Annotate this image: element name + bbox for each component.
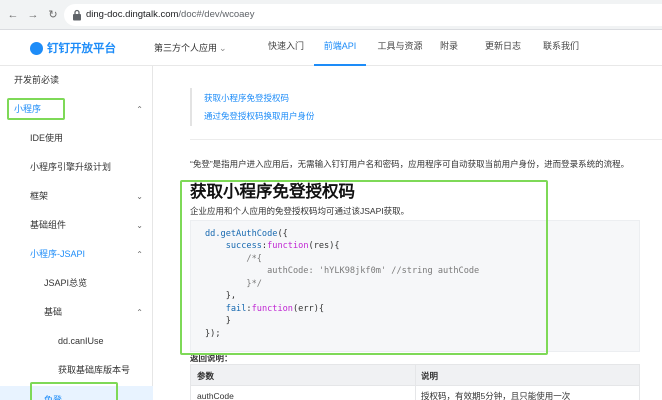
nav-tools-resources[interactable]: 工具与资源 <box>374 30 426 66</box>
back-arrow-icon[interactable]: ← <box>6 8 20 22</box>
chevron-down-icon: ⌄ <box>219 43 227 53</box>
sidebar-item-sdk-version[interactable]: 获取基础库版本号 <box>0 356 153 385</box>
url-text: ding-doc.dingtalk.com/doc#/dev/wcoaey <box>86 9 254 20</box>
scope-label: 第三方个人应用 <box>154 43 218 53</box>
sidebar-item-caniuse[interactable]: dd.canIUse <box>0 327 153 356</box>
nav-appendix[interactable]: 附录 <box>436 30 462 66</box>
sidebar-item-ide[interactable]: IDE使用 <box>0 124 153 153</box>
highlight-box-login-free <box>30 382 118 400</box>
sidebar-item-jsapi[interactable]: 小程序-JSAPI ⌃ <box>0 240 153 269</box>
nav-quick-start[interactable]: 快速入门 <box>264 30 308 66</box>
table-header-row: 参数 说明 <box>190 364 640 386</box>
params-table: 参数 说明 authCode 授权码，有效期5分钟，且只能使用一次 <box>190 364 640 400</box>
table-header-cell: 说明 <box>421 371 439 381</box>
sidebar-item-label: 基础组件 <box>30 220 67 230</box>
toc-link-exchange-identity[interactable]: 通过免登授权码换取用户身份 <box>204 110 315 122</box>
chevron-up-icon: ⌃ <box>136 250 143 259</box>
sidebar-item-engine-upgrade[interactable]: 小程序引擎升级计划 <box>0 153 153 182</box>
table-row: authCode 授权码，有效期5分钟，且只能使用一次 <box>190 386 640 400</box>
sidebar-item-dev-must-read[interactable]: 开发前必读 <box>0 66 153 95</box>
reload-icon[interactable]: ↻ <box>46 8 60 22</box>
chevron-down-icon: ⌄ <box>136 221 143 230</box>
chevron-down-icon: ⌄ <box>136 192 143 201</box>
nav-changelog[interactable]: 更新日志 <box>480 30 526 66</box>
sidebar-item-label: JSAPI总览 <box>44 278 88 288</box>
sidebar-item-label: 开发前必读 <box>14 75 60 85</box>
url-domain: ding-doc.dingtalk.com <box>86 9 179 20</box>
highlight-box-mini-program <box>7 98 65 120</box>
table-cell: 授权码，有效期5分钟，且只能使用一次 <box>421 391 571 400</box>
table-header-cell: 参数 <box>197 371 215 381</box>
sidebar-item-label: 小程序引擎升级计划 <box>30 162 112 172</box>
logo-text: 钉钉开放平台 <box>47 43 116 55</box>
sidebar-item-label: 基础 <box>44 307 63 317</box>
sidebar-item-jsapi-overview[interactable]: JSAPI总览 <box>0 269 153 298</box>
toc-link-get-auth-code[interactable]: 获取小程序免登授权码 <box>204 92 289 104</box>
table-cell: authCode <box>197 391 234 400</box>
column-separator <box>415 365 416 385</box>
lock-icon <box>73 9 81 21</box>
sidebar-item-label: 框架 <box>30 191 49 201</box>
site-header: 钉钉开放平台 第三方个人应用 ⌄ 快速入门 前端API 工具与资源 附录 更新日志… <box>0 30 662 66</box>
chevron-up-icon: ⌃ <box>136 308 143 317</box>
sidebar-item-basic-components[interactable]: 基础组件 ⌄ <box>0 211 153 240</box>
nav-contact-us[interactable]: 联系我们 <box>538 30 584 66</box>
address-bar[interactable]: ding-doc.dingtalk.com/doc#/dev/wcoaey <box>64 4 662 26</box>
browser-toolbar: ← → ↻ ding-doc.dingtalk.com/doc#/dev/wco… <box>0 0 662 30</box>
nav-frontend-api[interactable]: 前端API <box>314 30 366 66</box>
sidebar-item-label: 获取基础库版本号 <box>58 365 131 375</box>
sidebar-item-label: 小程序-JSAPI <box>30 249 86 259</box>
sidebar-item-framework[interactable]: 框架 ⌄ <box>0 182 153 211</box>
dingtalk-logo-icon <box>30 41 43 55</box>
url-path: /doc#/dev/wcoaey <box>178 9 255 20</box>
highlight-box-title-code <box>180 180 548 355</box>
chevron-up-icon: ⌃ <box>136 105 143 114</box>
sidebar-item-label: dd.canIUse <box>58 336 104 346</box>
sidebar-item-basics[interactable]: 基础 ⌃ <box>0 298 153 327</box>
intro-paragraph: “免登”是指用户进入应用后，无需输入钉钉用户名和密码，应用程序可自动获取当前用户… <box>190 159 630 169</box>
toc-rail <box>190 88 192 126</box>
sidebar-item-label: IDE使用 <box>30 133 64 143</box>
forward-arrow-icon[interactable]: → <box>26 8 40 22</box>
column-separator <box>415 386 416 400</box>
logo[interactable]: 钉钉开放平台 <box>30 40 116 56</box>
scope-dropdown[interactable]: 第三方个人应用 ⌄ <box>154 41 227 54</box>
divider <box>190 139 662 140</box>
